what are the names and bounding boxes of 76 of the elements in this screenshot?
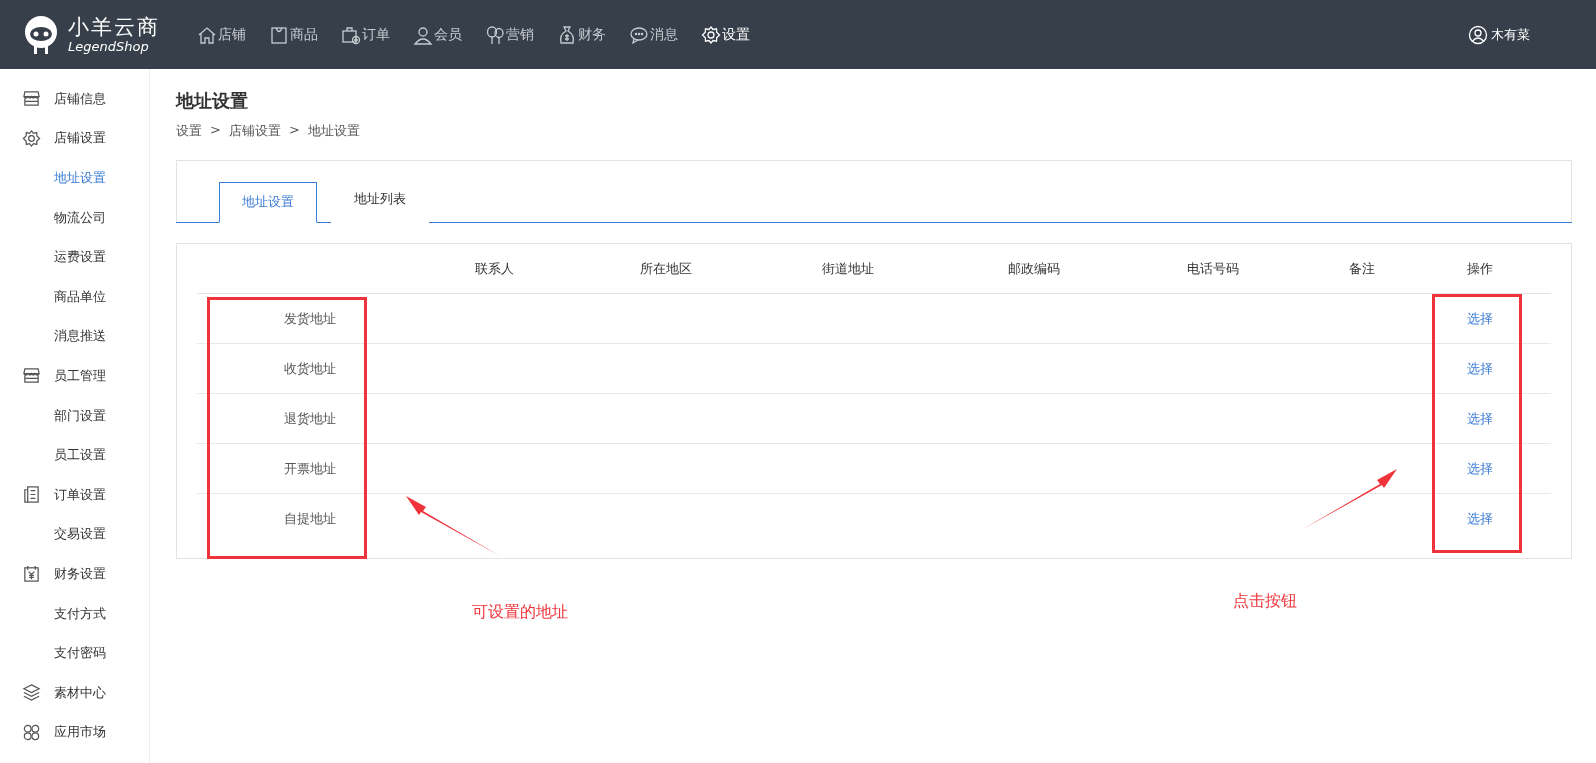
nav-item[interactable]: 设置 [701, 24, 762, 45]
select-link[interactable]: 选择 [1467, 509, 1493, 528]
sidebar-item[interactable]: 支付方式 [0, 593, 149, 634]
sidebar-item[interactable]: 地址设置 [0, 158, 149, 198]
store-icon [22, 366, 41, 386]
sidebar-item[interactable]: 商品单位 [0, 276, 149, 317]
page-title: 地址设置 [176, 89, 249, 113]
nav-item[interactable]: 消息 [629, 24, 690, 45]
column-header: 电话号码 [1127, 244, 1298, 294]
table-cell: 收货地址 [197, 344, 411, 394]
nav-item[interactable]: 商品 [269, 24, 330, 45]
layers-icon [22, 683, 41, 703]
money-bag-icon [557, 24, 577, 45]
calendar-icon [22, 564, 41, 584]
sidebar-item[interactable]: 店铺信息 [0, 79, 149, 119]
settings-icon [701, 24, 721, 45]
nav-item[interactable]: 会员 [413, 24, 474, 45]
sidebar-item[interactable]: 物流公司 [0, 197, 149, 238]
column-header: 所在地区 [577, 244, 755, 294]
nav-item[interactable]: 店铺 [197, 24, 258, 45]
sidebar-label: 店铺信息 [54, 89, 106, 108]
sidebar-item[interactable]: 支付密码 [0, 633, 149, 673]
sidebar-item[interactable]: 应用市场 [0, 712, 149, 753]
column-header: 街道地址 [755, 244, 940, 294]
chat-icon [629, 24, 649, 45]
breadcrumb-separator: > [288, 122, 300, 139]
sidebar-label: 应用市场 [54, 723, 106, 742]
logo-title: 小羊云商 [68, 14, 160, 39]
store-icon [22, 89, 41, 109]
sidebar-item[interactable]: 员工管理 [0, 356, 149, 396]
column-header: 操作 [1426, 244, 1534, 294]
sidebar-label: 员工管理 [54, 366, 106, 385]
sidebar-label: 订单设置 [54, 485, 106, 504]
user-icon [1468, 24, 1488, 45]
sidebar-label: 店铺设置 [54, 129, 106, 148]
sidebar-label: 素材中心 [54, 683, 106, 702]
bag-icon [269, 24, 289, 45]
select-link[interactable]: 选择 [1467, 409, 1493, 428]
sidebar-item[interactable]: 运费设置 [0, 237, 149, 277]
settings-icon [22, 128, 41, 148]
nav-item[interactable]: 营销 [485, 24, 546, 45]
document-icon [22, 485, 41, 505]
select-link[interactable]: 选择 [1467, 359, 1493, 378]
sidebar-item[interactable]: 财务设置 [0, 554, 149, 594]
column-header: 联系人 [411, 244, 577, 294]
logo-subtitle: LegendShop [68, 38, 150, 55]
nav-item[interactable]: 财务 [557, 24, 618, 45]
table-cell: 发货地址 [197, 294, 411, 344]
column-header: 邮政编码 [940, 244, 1127, 294]
sidebar-label: 财务设置 [54, 564, 106, 583]
nav-item[interactable]: 订单 [341, 24, 402, 45]
table-cell: 开票地址 [197, 444, 411, 494]
briefcase-icon [341, 24, 361, 45]
annotation-text: 可设置的地址 [472, 602, 568, 623]
column-header: 备注 [1298, 244, 1426, 294]
select-link[interactable]: 选择 [1467, 309, 1493, 328]
sidebar-item[interactable]: 订单设置 [0, 474, 149, 515]
annotation-text: 点击按钮 [1233, 591, 1297, 612]
user-menu[interactable]: 木有菜 [1468, 24, 1530, 45]
breadcrumb-separator: > [210, 122, 221, 139]
sidebar-item[interactable]: 店铺设置 [0, 118, 149, 159]
select-link[interactable]: 选择 [1467, 459, 1493, 478]
breadcrumb-item[interactable]: 设置 [176, 122, 202, 140]
breadcrumb-item[interactable]: 店铺设置 [228, 122, 281, 140]
sidebar-item[interactable]: 部门设置 [0, 395, 149, 436]
tab[interactable]: 地址设置 [219, 182, 317, 223]
table-cell: 退货地址 [197, 394, 411, 444]
breadcrumb-item[interactable]: 地址设置 [307, 122, 360, 140]
sidebar-item[interactable]: 消息推送 [0, 316, 149, 357]
balloon-icon [485, 24, 505, 45]
grid-icon [22, 722, 41, 742]
table-cell-text: 自提地址 [283, 509, 337, 528]
sidebar-item[interactable]: 素材中心 [0, 672, 149, 713]
user-icon [413, 24, 433, 45]
sidebar-item[interactable]: 员工设置 [0, 435, 149, 475]
sidebar-item[interactable]: 交易设置 [0, 514, 149, 555]
